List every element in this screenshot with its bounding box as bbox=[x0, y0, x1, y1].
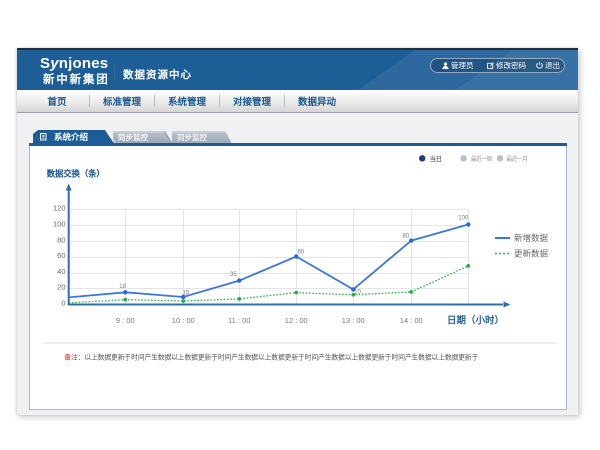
svg-text:备注：以上数据更新于时间产生数据以上数据更新于时间产生数据以: 备注：以上数据更新于时间产生数据以上数据更新于时间产生数据以上数据更新于时间产生… bbox=[64, 353, 478, 362]
svg-text:40: 40 bbox=[57, 267, 65, 276]
svg-text:11 : 00: 11 : 00 bbox=[228, 316, 250, 325]
svg-text:当日: 当日 bbox=[429, 154, 441, 163]
svg-text:更新数据: 更新数据 bbox=[514, 249, 549, 259]
svg-text:0: 0 bbox=[61, 299, 65, 308]
svg-text:60: 60 bbox=[297, 250, 304, 256]
svg-text:60: 60 bbox=[57, 251, 65, 260]
svg-text:10: 10 bbox=[354, 290, 361, 296]
svg-text:新增数据: 新增数据 bbox=[514, 233, 549, 243]
svg-text:13 : 00: 13 : 00 bbox=[342, 316, 365, 325]
svg-text:80: 80 bbox=[402, 234, 409, 240]
svg-text:35: 35 bbox=[230, 272, 237, 278]
svg-text:20: 20 bbox=[57, 283, 65, 292]
svg-text:100: 100 bbox=[458, 216, 469, 222]
svg-text:12 : 00: 12 : 00 bbox=[285, 316, 308, 325]
svg-text:最近一周: 最近一周 bbox=[470, 155, 492, 163]
svg-text:10: 10 bbox=[182, 291, 189, 297]
svg-text:9 : 00: 9 : 00 bbox=[116, 316, 135, 325]
svg-text:10 : 00: 10 : 00 bbox=[172, 316, 195, 325]
svg-text:80: 80 bbox=[57, 235, 65, 244]
svg-text:100: 100 bbox=[53, 220, 66, 229]
svg-text:日期（小时）: 日期（小时） bbox=[447, 315, 504, 327]
svg-text:最近一月: 最近一月 bbox=[506, 155, 527, 163]
svg-text:数据交换（条）: 数据交换（条） bbox=[46, 169, 104, 179]
svg-text:14 : 00: 14 : 00 bbox=[400, 316, 423, 325]
svg-text:120: 120 bbox=[53, 204, 66, 213]
svg-text:18: 18 bbox=[119, 284, 126, 290]
